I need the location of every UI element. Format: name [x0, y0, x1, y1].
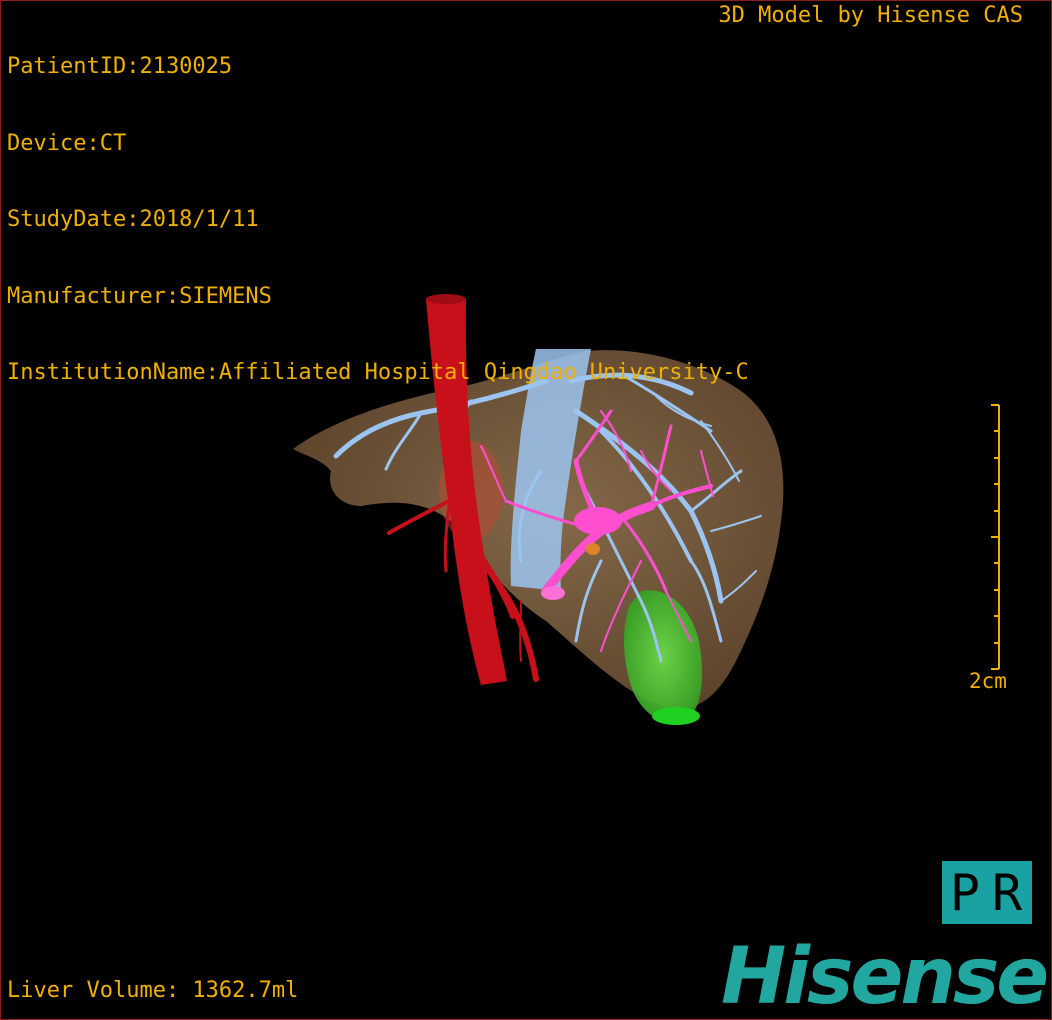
scale-label: 2cm [969, 669, 1007, 693]
hisense-logo: Hisense [721, 932, 1049, 1020]
patient-id: PatientID:2130025 [7, 54, 233, 79]
manufacturer: Manufacturer:SIEMENS [7, 283, 272, 309]
study-date: StudyDate:2018/1/11 [7, 207, 259, 232]
orientation-right-label: R [992, 863, 1025, 922]
orientation-badge: P R [942, 861, 1032, 924]
device: Device:CT [7, 130, 127, 156]
model-credit: 3D Model by Hisense CAS [718, 3, 1023, 28]
liver-volume: Liver Volume: 1362.7ml [7, 978, 299, 1003]
orientation-left-label: P [949, 863, 982, 922]
institution-name: InstitutionName:Affiliated Hospital Qing… [7, 360, 749, 385]
3d-viewport[interactable]: 2cm PatientID:2130025 Device:CT StudyDat… [0, 0, 1052, 1020]
dicom-metadata: PatientID:2130025 Device:CT StudyDate:20… [7, 3, 749, 437]
